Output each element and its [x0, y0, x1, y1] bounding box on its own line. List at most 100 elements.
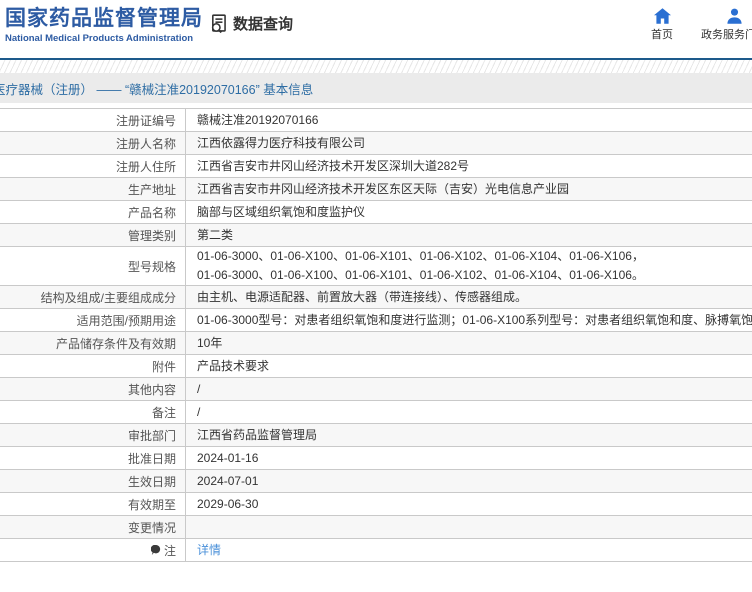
row-value-cell: 10年	[186, 332, 752, 354]
row-value: /	[197, 404, 201, 419]
row-value: 江西省吉安市井冈山经济技术开发区深圳大道282号	[197, 158, 470, 173]
row-label-cell: 产品储存条件及有效期	[0, 332, 186, 354]
info-table: 注册证编号 赣械注准20192070166 注册人名称 江西依露得力医疗科技有限…	[0, 108, 752, 562]
row-value: 脑部与区域组织氧饱和度监护仪	[197, 204, 366, 219]
row-label: 型号规格	[127, 259, 176, 274]
details-link[interactable]: 详情	[197, 541, 752, 560]
table-row: 批准日期 2024-01-16	[0, 447, 752, 470]
table-row: 有效期至 2029-06-30	[0, 493, 752, 516]
row-value-cell: 江西依露得力医疗科技有限公司	[186, 132, 752, 154]
logo-title: 国家药品监督管理局	[5, 7, 203, 30]
row-value-cell: 江西省药品监督管理局	[186, 424, 752, 446]
row-value-line: 01-06-3000、01-06-X100、01-06-X101、01-06-X…	[197, 268, 644, 282]
row-label: 注册证编号	[115, 113, 176, 128]
row-value-cell: 赣械注准20192070166	[186, 109, 752, 131]
row-value: 01-06-3000型号：对患者组织氧饱和度进行监测；01-06-X100系列型…	[197, 312, 752, 327]
user-icon	[726, 8, 743, 24]
row-value: 第二类	[197, 227, 234, 242]
row-value-cell: /	[186, 378, 752, 400]
row-value-cell: 01-06-3000、01-06-X100、01-06-X101、01-06-X…	[186, 247, 752, 285]
row-value-cell: 脑部与区域组织氧饱和度监护仪	[186, 201, 752, 223]
table-row: 结构及组成/主要组成成分 由主机、电源适配器、前置放大器（带连接线）、传感器组成…	[0, 286, 752, 309]
row-value-cell: 产品技术要求	[186, 355, 752, 377]
nmpa-logo[interactable]: 国家药品监督管理局 National Medical Products Admi…	[5, 7, 203, 45]
home-icon	[653, 8, 671, 24]
row-value-cell: 2029-06-30	[186, 493, 752, 515]
row-value-cell: 2024-01-16	[186, 447, 752, 469]
row-label: 管理类别	[127, 228, 176, 243]
table-row: 注册证编号 赣械注准20192070166	[0, 109, 752, 132]
row-value: /	[197, 381, 201, 396]
row-label: 注册人名称	[115, 136, 176, 151]
row-value: 10年	[197, 335, 223, 350]
row-label: 审批部门	[127, 428, 176, 443]
row-label-cell: 变更情况	[0, 516, 186, 538]
row-label-cell: 结构及组成/主要组成成分	[0, 286, 186, 308]
row-value: 由主机、电源适配器、前置放大器（带连接线）、传感器组成。	[197, 289, 528, 304]
row-label-cell: 注册证编号	[0, 109, 186, 131]
row-label: 附件	[151, 359, 176, 374]
row-value: 产品技术要求	[197, 358, 270, 373]
row-label-cell: 有效期至	[0, 493, 186, 515]
table-row: 产品储存条件及有效期 10年	[0, 332, 752, 355]
home-nav[interactable]: 首页	[648, 8, 676, 42]
logo-subtitle: National Medical Products Administration	[5, 33, 194, 45]
row-label-cell: 注册人住所	[0, 155, 186, 177]
portal-nav[interactable]: 政务服务门户	[698, 8, 752, 42]
table-row: 注 详情	[0, 539, 752, 562]
row-value: 赣械注准20192070166	[197, 112, 319, 127]
row-value-cell: 江西省吉安市井冈山经济技术开发区深圳大道282号	[186, 155, 752, 177]
row-label-cell: 备注	[0, 401, 186, 423]
portal-label: 政务服务门户	[701, 29, 752, 41]
row-value-cell: 2024-07-01	[186, 470, 752, 492]
table-row: 生产地址 江西省吉安市井冈山经济技术开发区东区天际（吉安）光电信息产业园	[0, 178, 752, 201]
row-label: 生产地址	[127, 182, 176, 197]
row-label: 产品名称	[127, 205, 176, 220]
row-value-cell: 01-06-3000型号：对患者组织氧饱和度进行监测；01-06-X100系列型…	[186, 309, 752, 331]
row-label: 注册人住所	[115, 159, 176, 174]
row-value: 2024-07-01	[197, 473, 259, 488]
row-value-cell: 详情	[186, 539, 752, 561]
row-value-cell	[186, 516, 752, 538]
row-label-cell: 其他内容	[0, 378, 186, 400]
hatched-band	[0, 60, 752, 73]
row-label-cell: 注	[0, 539, 186, 561]
row-label-cell: 附件	[0, 355, 186, 377]
row-label: 其他内容	[127, 382, 176, 397]
row-label-cell: 生效日期	[0, 470, 186, 492]
row-value: 江西省吉安市井冈山经济技术开发区东区天际（吉安）光电信息产业园	[197, 181, 570, 196]
row-label-cell: 产品名称	[0, 201, 186, 223]
row-label-cell: 适用范围/预期用途	[0, 309, 186, 331]
breadcrumb: 医疗器械（注册） —— “赣械注准20192070166” 基本信息	[0, 82, 314, 97]
table-row: 注册人住所 江西省吉安市井冈山经济技术开发区深圳大道282号	[0, 155, 752, 178]
page-header: 国家药品监督管理局 National Medical Products Admi…	[0, 0, 752, 58]
row-value: 2024-01-16	[197, 450, 259, 465]
row-label: 生效日期	[127, 474, 176, 489]
row-label: 批准日期	[127, 451, 176, 466]
row-label-cell: 审批部门	[0, 424, 186, 446]
breadcrumb-bar: 医疗器械（注册） —— “赣械注准20192070166” 基本信息	[0, 73, 752, 103]
row-value: 江西省药品监督管理局	[197, 427, 318, 442]
table-row: 备注 /	[0, 401, 752, 424]
row-value-line: 01-06-3000、01-06-X100、01-06-X101、01-06-X…	[197, 249, 644, 263]
row-label: 结构及组成/主要组成成分	[40, 290, 176, 305]
table-row: 适用范围/预期用途 01-06-3000型号：对患者组织氧饱和度进行监测；01-…	[0, 309, 752, 332]
row-value-cell: 第二类	[186, 224, 752, 246]
table-row: 型号规格 01-06-3000、01-06-X100、01-06-X101、01…	[0, 247, 752, 286]
row-label-cell: 型号规格	[0, 247, 186, 285]
table-row: 附件 产品技术要求	[0, 355, 752, 378]
table-row: 审批部门 江西省药品监督管理局	[0, 424, 752, 447]
row-label: 备注	[151, 405, 176, 420]
doc-search-icon	[208, 13, 229, 34]
data-query-label: 数据查询	[233, 16, 294, 33]
row-value-cell: 江西省吉安市井冈山经济技术开发区东区天际（吉安）光电信息产业园	[186, 178, 752, 200]
row-label-cell: 注册人名称	[0, 132, 186, 154]
row-label: 注	[163, 543, 176, 558]
table-row: 变更情况	[0, 516, 752, 539]
row-value: 江西依露得力医疗科技有限公司	[197, 135, 366, 150]
data-query-nav[interactable]: 数据查询	[208, 13, 293, 34]
table-row: 生效日期 2024-07-01	[0, 470, 752, 493]
row-label-cell: 生产地址	[0, 178, 186, 200]
row-label: 产品储存条件及有效期	[55, 336, 176, 351]
row-value-cell: /	[186, 401, 752, 423]
